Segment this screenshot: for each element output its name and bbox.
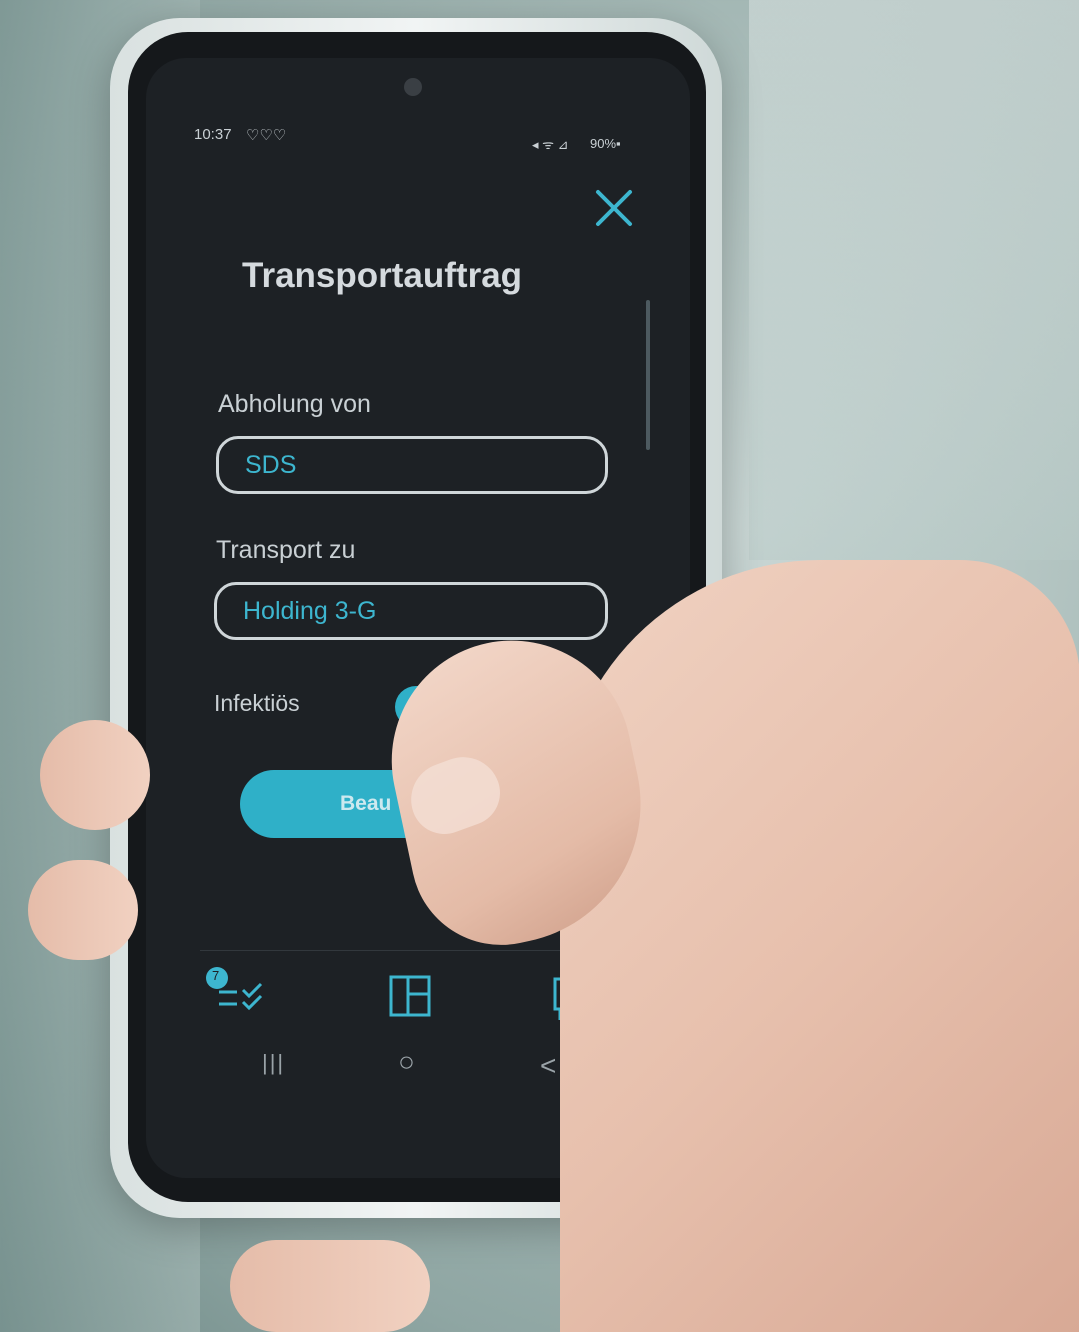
background-right <box>749 0 1079 560</box>
close-icon[interactable] <box>592 186 636 230</box>
hand-palm <box>560 560 1079 1332</box>
finger-bottom <box>230 1240 430 1332</box>
notification-icons: ♡♡♡ <box>246 127 287 144</box>
status-time: 10:37 <box>194 126 232 143</box>
recents-button[interactable]: ||| <box>262 1050 285 1076</box>
finger-left-2 <box>28 860 138 960</box>
scroll-indicator <box>646 300 650 450</box>
infectious-label: Infektiös <box>214 690 300 716</box>
back-button[interactable]: < <box>540 1050 556 1082</box>
destination-label: Transport zu <box>216 536 356 564</box>
destination-value: Holding 3-G <box>243 597 377 625</box>
page-title: Transportauftrag <box>242 256 523 295</box>
pickup-value: SDS <box>245 451 297 479</box>
destination-field[interactable]: Holding 3-G <box>214 582 608 640</box>
finger-left-1 <box>40 720 150 830</box>
front-camera <box>404 78 422 96</box>
pickup-label: Abholung von <box>218 390 371 418</box>
battery-indicator: 90%▪ <box>590 136 621 151</box>
dashboard-icon[interactable] <box>388 974 432 1023</box>
tasks-badge: 7 <box>212 968 220 983</box>
home-button[interactable]: ○ <box>398 1046 415 1078</box>
signal-icons: ◂ ᯤ ⊿ <box>532 137 569 152</box>
pickup-field[interactable]: SDS <box>216 436 608 494</box>
submit-button-label: Beau <box>340 792 392 815</box>
